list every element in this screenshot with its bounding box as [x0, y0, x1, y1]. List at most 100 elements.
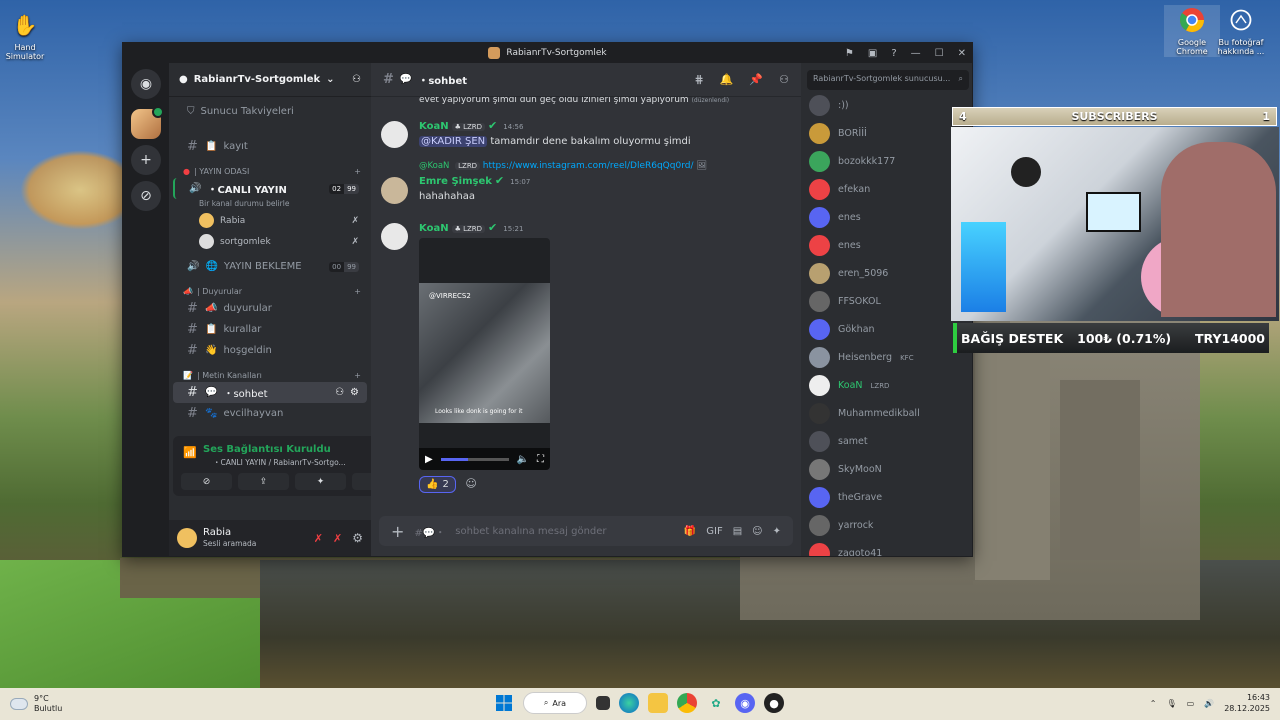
channel-duyurular[interactable]: # 📣 duyurular: [173, 298, 367, 319]
member-item[interactable]: Heisenberg KFC: [809, 347, 914, 368]
explore-icon[interactable]: ⊘: [131, 181, 161, 211]
desktop-icon-hand-simulator[interactable]: ✋ Hand Simulator: [0, 10, 53, 62]
message[interactable]: KoaN ♣ LZRD ✔ 14:56 @KADIR ŞEN tamamdır den…: [381, 119, 791, 148]
pin-icon[interactable]: 📌: [749, 73, 763, 86]
discord-taskbar-icon[interactable]: ◉: [735, 693, 755, 713]
video-embed[interactable]: @VIRRECS2 Looks like donk is going for i…: [419, 238, 550, 470]
member-item[interactable]: FFSOKOL: [809, 291, 881, 312]
message-reply[interactable]: @KoaN LZRD https://www.instagram.com/ree…: [381, 161, 791, 204]
message-video[interactable]: KoaN ♣ LZRD ✔ 15:21 @VIRRECS2 Looks like do…: [381, 221, 791, 493]
server-search[interactable]: RabianrTv-Sortgomlek sunucusu... ⌕: [807, 70, 969, 90]
avatar[interactable]: [381, 121, 408, 148]
gift-icon[interactable]: 🎁: [684, 526, 696, 537]
member-item[interactable]: Gökhan: [809, 319, 875, 340]
attach-plus-icon[interactable]: +: [391, 522, 404, 541]
chrome-taskbar-icon[interactable]: [677, 693, 697, 713]
volume-icon[interactable]: 🔈: [517, 454, 529, 465]
inbox-icon[interactable]: ▣: [868, 48, 877, 59]
avatar[interactable]: [381, 177, 408, 204]
channel-status[interactable]: Bir kanal durumu belirle: [169, 199, 371, 210]
member-item[interactable]: zagoto41: [809, 543, 882, 556]
settings-app-icon[interactable]: ✿: [706, 693, 726, 713]
maximize-button[interactable]: ☐: [935, 48, 944, 59]
mic-muted-icon[interactable]: ✗: [314, 532, 323, 545]
edge-icon[interactable]: [619, 693, 639, 713]
close-button[interactable]: ✕: [958, 48, 966, 59]
voice-channel-yayin-bekleme[interactable]: 🔊 🌐 YAYIN BEKLEME 00 99: [173, 256, 367, 277]
headphones-muted-icon[interactable]: ✗: [333, 532, 342, 545]
member-item[interactable]: SkyMooN: [809, 459, 882, 480]
add-channel-icon[interactable]: +: [354, 371, 361, 380]
message-author[interactable]: KoaN: [419, 223, 449, 234]
sticker-icon[interactable]: ▤: [733, 526, 742, 537]
member-item[interactable]: :)): [809, 95, 849, 116]
channel-hosgeldin[interactable]: # 👋 hoşgeldin: [173, 340, 367, 361]
apps-icon[interactable]: ✦: [773, 526, 781, 537]
message-composer[interactable]: + #💬・ sohbet kanalına mesaj gönder 🎁 GIF…: [379, 516, 793, 546]
voice-channel-canli-yayin[interactable]: 🔊 ・CANLI YAYIN 02 99: [173, 178, 367, 199]
add-channel-icon[interactable]: +: [354, 167, 361, 176]
member-item[interactable]: BORİİİ: [809, 123, 867, 144]
obs-icon[interactable]: ●: [764, 693, 784, 713]
category-yayin-odasi[interactable]: ● | YAYIN ODASI +: [169, 157, 371, 178]
reaction-thumbs-up[interactable]: 👍 2: [419, 476, 456, 493]
gif-icon[interactable]: GIF: [706, 526, 722, 537]
category-duyurular[interactable]: 📣 | Duyurular +: [169, 277, 371, 298]
windows-start-icon[interactable]: [494, 693, 514, 713]
invite-icon[interactable]: ⚇: [335, 387, 344, 398]
help-icon[interactable]: ?: [891, 48, 896, 59]
network-icon[interactable]: ▭: [1187, 699, 1195, 708]
voice-user-sortgomlek[interactable]: sortgomlek ✗: [169, 231, 371, 252]
video-progress[interactable]: [440, 457, 509, 461]
desktop-icon-chrome[interactable]: Google Chrome: [1164, 5, 1220, 57]
clock[interactable]: 16:43 28.12.2025: [1224, 692, 1270, 714]
play-icon[interactable]: ▶: [425, 454, 433, 465]
member-item[interactable]: samet: [809, 431, 868, 452]
fullscreen-icon[interactable]: ⛶: [537, 454, 544, 465]
discord-home-icon[interactable]: ◉: [131, 69, 161, 99]
file-explorer-icon[interactable]: [648, 693, 668, 713]
server-icon-rabianrtv[interactable]: [131, 106, 164, 139]
member-item[interactable]: KoaN LZRD: [809, 375, 889, 396]
minimize-button[interactable]: —: [911, 48, 921, 59]
member-item[interactable]: eren_5096: [809, 263, 888, 284]
member-item[interactable]: Muhammedikball: [809, 403, 920, 424]
mention[interactable]: @KADIR ŞEN: [419, 136, 488, 147]
channel-evcilhayvan[interactable]: # 🐾 evcilhayvan: [173, 403, 367, 424]
avatar[interactable]: [381, 223, 408, 250]
server-header[interactable]: ● RabianrTv-Sortgomlek ⌄ ⚇: [169, 63, 371, 97]
channel-sohbet[interactable]: # 💬 ・sohbet ⚇ ⚙: [173, 382, 367, 403]
composer-placeholder[interactable]: sohbet kanalına mesaj gönder: [455, 526, 606, 537]
emoji-icon[interactable]: ☺: [752, 526, 762, 537]
mic-icon[interactable]: 🎙: [1167, 699, 1177, 708]
volume-icon[interactable]: 🔊: [1204, 699, 1214, 708]
share-screen-button[interactable]: ⇪: [238, 473, 289, 490]
task-view-icon[interactable]: [596, 696, 610, 710]
camera-off-button[interactable]: ⊘: [181, 473, 232, 490]
member-item[interactable]: efekan: [809, 179, 870, 200]
invite-user-icon[interactable]: ⚇: [352, 74, 361, 85]
server-boosts[interactable]: ⛉ Sunucu Takviyeleri: [173, 101, 367, 122]
activities-button[interactable]: ✦: [295, 473, 346, 490]
flag-icon[interactable]: ⚑: [845, 48, 854, 59]
channel-kurallar[interactable]: # 📋 kurallar: [173, 319, 367, 340]
threads-icon[interactable]: ⋕: [695, 73, 704, 86]
member-item[interactable]: enes: [809, 207, 861, 228]
voice-user-rabia[interactable]: Rabia ✗: [169, 210, 371, 231]
reply-preview[interactable]: @KoaN LZRD https://www.instagram.com/ree…: [419, 161, 791, 171]
add-channel-icon[interactable]: +: [354, 287, 361, 296]
add-server-icon[interactable]: +: [131, 145, 161, 175]
member-item[interactable]: bozokkk177: [809, 151, 895, 172]
add-reaction-icon[interactable]: ☺: [465, 477, 476, 490]
member-item[interactable]: enes: [809, 235, 861, 256]
member-item[interactable]: theGrave: [809, 487, 882, 508]
bell-icon[interactable]: 🔔: [720, 73, 734, 86]
message-author[interactable]: Emre Şimşek: [419, 176, 492, 187]
message-author[interactable]: KoaN: [419, 121, 449, 132]
user-name[interactable]: Rabia: [203, 527, 304, 538]
desktop-icon-photo-info[interactable]: Bu fotoğraf hakkında ...: [1213, 5, 1269, 56]
member-item[interactable]: yarrock: [809, 515, 873, 536]
members-icon[interactable]: ⚇: [779, 73, 789, 86]
weather-widget[interactable]: 9°C Bulutlu: [10, 694, 62, 714]
user-avatar[interactable]: [177, 528, 197, 548]
